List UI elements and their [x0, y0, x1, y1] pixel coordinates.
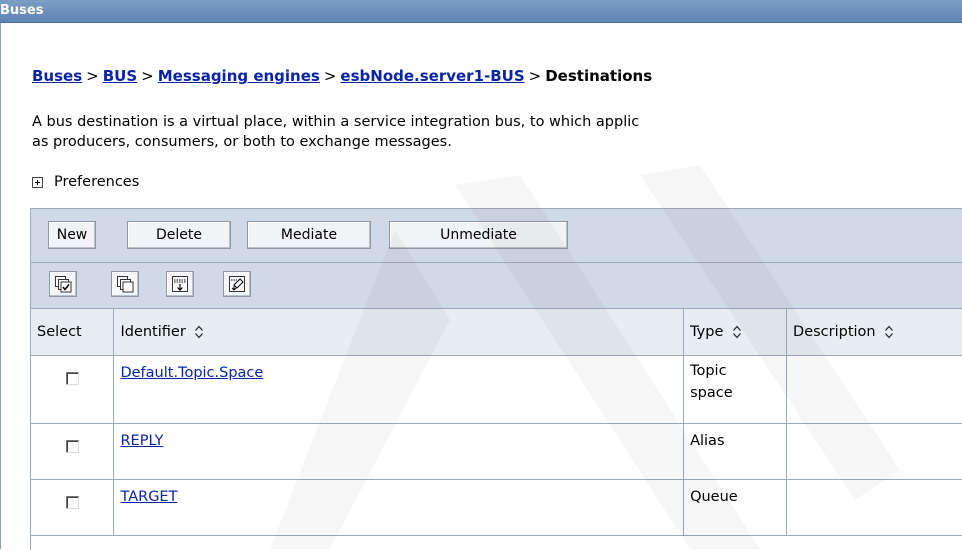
destinations-panel: New Delete Mediate Unmediate Select Iden… [30, 208, 962, 550]
header-identifier[interactable]: Identifier [113, 309, 685, 356]
delete-button[interactable]: Delete [127, 221, 231, 249]
frame-border [0, 23, 1, 549]
title-bar: Buses [0, 0, 962, 23]
breadcrumb-separator: > [528, 67, 542, 85]
breadcrumb-link-bus[interactable]: BUS [103, 67, 137, 85]
breadcrumb-link-buses[interactable]: Buses [32, 67, 82, 85]
row-checkbox[interactable] [65, 440, 79, 453]
show-filter-button[interactable] [166, 271, 194, 297]
show-filter-icon [172, 276, 188, 292]
breadcrumb-link-messaging-engines[interactable]: Messaging engines [158, 67, 320, 85]
select-cell [31, 479, 115, 536]
button-toolbar: New Delete Mediate Unmediate [31, 209, 962, 263]
page-description: A bus destination is a virtual place, wi… [32, 112, 962, 152]
breadcrumb: Buses > BUS > Messaging engines > esbNode.serv… [32, 67, 652, 85]
breadcrumb-separator: > [141, 67, 154, 85]
identifier-cell: Default.Topic.Space [113, 355, 685, 424]
identifier-cell: TARGET [113, 479, 685, 536]
header-description-label: Description [793, 324, 876, 340]
sort-icon[interactable] [732, 325, 742, 339]
clear-filter-icon [229, 276, 245, 292]
type-cell: Alias [683, 423, 788, 480]
row-checkbox[interactable] [65, 372, 79, 385]
header-description[interactable]: Description [786, 309, 962, 356]
preferences-label: Preferences [54, 174, 140, 190]
table-row: TARGET Queue [31, 479, 962, 536]
header-identifier-label: Identifier [120, 324, 186, 340]
type-label: Topic [690, 363, 727, 379]
deselect-all-icon [117, 276, 134, 293]
description-cell [786, 423, 962, 480]
table-row: Default.Topic.Space Topic space [31, 355, 962, 424]
breadcrumb-current: Destinations [545, 67, 653, 85]
sort-icon[interactable] [884, 325, 894, 339]
description-cell [786, 479, 962, 536]
breadcrumb-link-engine[interactable]: esbNode.server1-BUS [340, 67, 524, 85]
icon-toolbar [31, 263, 962, 309]
select-cell [31, 355, 115, 424]
breadcrumb-separator: > [86, 67, 99, 85]
expand-icon [32, 176, 43, 188]
destination-link[interactable]: Default.Topic.Space [120, 365, 263, 381]
select-all-icon [55, 276, 72, 293]
clear-filter-button[interactable] [223, 271, 251, 297]
type-cell: Queue [683, 479, 788, 536]
header-type-label: Type [690, 324, 724, 340]
header-type[interactable]: Type [683, 309, 788, 356]
mediate-button[interactable]: Mediate [247, 221, 371, 249]
destinations-table: Select Identifier Type Description Defau… [31, 309, 962, 536]
identifier-cell: REPLY [113, 423, 685, 480]
header-select-label: Select [37, 324, 82, 340]
table-header-row: Select Identifier Type Description [31, 309, 962, 356]
type-cell: Topic space [683, 355, 788, 424]
destination-link[interactable]: REPLY [120, 433, 163, 449]
header-select: Select [31, 309, 115, 356]
row-checkbox[interactable] [65, 496, 79, 509]
breadcrumb-separator: > [323, 67, 337, 85]
unmediate-button[interactable]: Unmediate [389, 221, 568, 249]
preferences-toggle[interactable]: Preferences [32, 174, 139, 190]
description-line-1: A bus destination is a virtual place, wi… [32, 114, 640, 130]
select-all-button[interactable] [49, 271, 77, 297]
description-cell [786, 355, 962, 424]
sort-icon[interactable] [194, 325, 204, 339]
type-label: Queue [690, 489, 738, 505]
destination-link[interactable]: TARGET [120, 489, 177, 505]
window-title: Buses [0, 3, 44, 18]
deselect-all-button[interactable] [111, 271, 139, 297]
type-label-continued: space [690, 385, 733, 401]
type-label: Alias [690, 433, 725, 449]
description-line-2: as producers, consumers, or both to exch… [32, 134, 452, 150]
table-row: REPLY Alias [31, 423, 962, 480]
new-button[interactable]: New [48, 221, 96, 249]
select-cell [31, 423, 115, 480]
